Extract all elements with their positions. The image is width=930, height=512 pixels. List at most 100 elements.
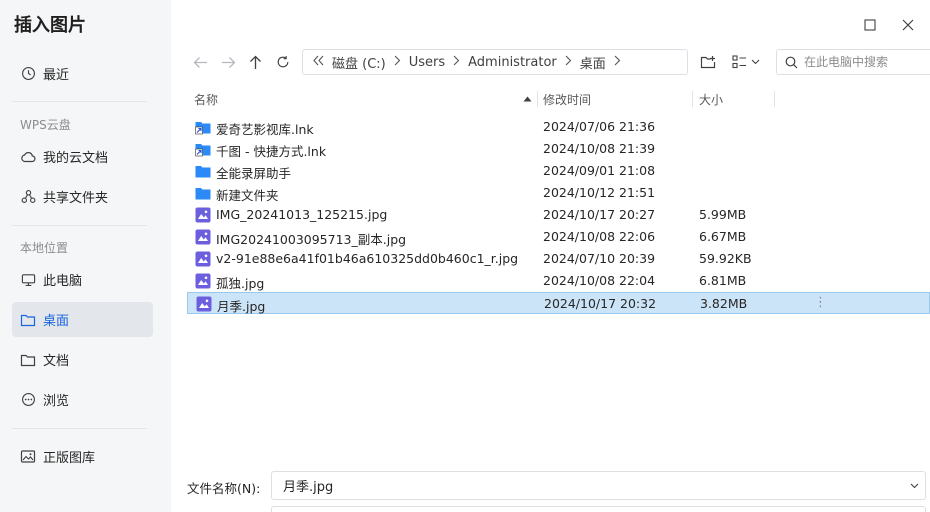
file-size: 5.99MB [699, 207, 747, 222]
view-mode-button[interactable] [730, 50, 762, 74]
column-divider[interactable] [692, 91, 693, 107]
table-row[interactable]: IMG20241003095713_副本.jpg 2024/10/08 22:06… [187, 226, 930, 248]
sidebar-divider [12, 101, 147, 102]
breadcrumb-drive[interactable]: 磁盘 (C:) [328, 53, 390, 72]
new-folder-button[interactable] [697, 50, 719, 74]
up-button[interactable] [243, 50, 267, 74]
close-icon [902, 19, 914, 31]
cloud-section-header: WPS云盘 [20, 118, 71, 132]
file-name: 千图 - 快捷方式.lnk [216, 144, 327, 159]
table-row[interactable]: 全能录屏助手 2024/09/01 21:08 [187, 160, 930, 182]
maximize-icon [864, 19, 876, 31]
file-name: IMG_20241013_125215.jpg [216, 207, 388, 222]
table-row[interactable]: IMG_20241013_125215.jpg 2024/10/17 20:27 5… [187, 204, 930, 226]
shortcut-folder-icon [195, 119, 211, 135]
folder-outline-icon [20, 312, 36, 328]
gallery-icon [20, 449, 36, 465]
forward-button[interactable] [216, 50, 240, 74]
file-modified-date: 2024/10/17 20:32 [544, 296, 657, 311]
folder-outline-icon [20, 352, 36, 368]
sidebar-divider [12, 225, 147, 226]
sidebar-item-label: 浏览 [43, 394, 70, 409]
double-chevron-left-icon[interactable] [311, 55, 328, 69]
search-input[interactable] [804, 55, 924, 69]
sidebar-item-label: 文档 [43, 354, 70, 369]
sidebar-item-shared-folder[interactable]: 共享文件夹 [12, 179, 153, 214]
file-modified-date: 2024/07/06 21:36 [543, 119, 656, 134]
column-divider[interactable] [537, 91, 538, 107]
breadcrumb: 磁盘 (C:) Users Administrator 桌面 [302, 49, 688, 75]
sidebar-item-recent[interactable]: 最近 [12, 56, 153, 91]
file-size: 3.82MB [700, 296, 748, 311]
sidebar-item-desktop[interactable]: 桌面 [12, 302, 153, 337]
arrow-right-icon [221, 56, 235, 68]
sidebar: 插入图片 最近 WPS云盘 我的云文档 共享文件夹 本地位置 此电脑 桌面 文档… [0, 0, 171, 512]
sidebar-item-documents[interactable]: 文档 [12, 342, 153, 377]
share-icon [20, 189, 36, 205]
image-file-icon [196, 296, 212, 312]
clock-icon [20, 66, 36, 82]
folder-icon [195, 163, 211, 179]
arrow-up-icon [249, 55, 261, 69]
insert-image-dialog: 插入图片 最近 WPS云盘 我的云文档 共享文件夹 本地位置 此电脑 桌面 文档… [0, 0, 930, 512]
sidebar-item-label: 我的云文档 [43, 151, 109, 166]
folder-icon [195, 185, 211, 201]
sidebar-item-label: 最近 [43, 68, 70, 83]
chevron-right-icon[interactable] [610, 55, 625, 69]
filename-label: 文件名称(N): [187, 481, 261, 496]
column-divider[interactable] [774, 91, 775, 107]
chevron-down-icon [751, 59, 760, 65]
maximize-button[interactable] [859, 14, 881, 36]
file-size: 6.81MB [699, 273, 747, 288]
breadcrumb-administrator[interactable]: Administrator [464, 55, 561, 70]
back-button[interactable] [188, 50, 212, 74]
column-header-date[interactable]: 修改时间 [543, 90, 591, 108]
breadcrumb-desktop[interactable]: 桌面 [576, 53, 610, 72]
filename-input[interactable]: 月季.jpg [283, 476, 903, 495]
column-header-size[interactable]: 大小 [699, 90, 723, 108]
file-modified-date: 2024/10/08 22:06 [543, 229, 656, 244]
file-modified-date: 2024/10/08 22:04 [543, 273, 656, 288]
file-modified-date: 2024/07/10 20:39 [543, 251, 656, 266]
chevron-right-icon [390, 55, 405, 69]
table-row-selected[interactable]: 月季.jpg 2024/10/17 20:32 3.82MB ⋮ [187, 292, 930, 314]
local-section-header: 本地位置 [20, 241, 69, 255]
dialog-title: 插入图片 [14, 15, 86, 36]
refresh-icon [277, 56, 289, 68]
sidebar-item-label: 共享文件夹 [43, 191, 109, 206]
file-modified-date: 2024/10/12 21:51 [543, 185, 656, 200]
file-name: 孤独.jpg [216, 276, 265, 291]
file-name: 月季.jpg [217, 299, 266, 314]
column-header-name[interactable]: 名称 [194, 90, 534, 108]
sidebar-item-my-cloud-docs[interactable]: 我的云文档 [12, 139, 153, 174]
image-file-icon [195, 229, 211, 245]
more-circle-icon [20, 392, 36, 408]
file-type-select[interactable] [271, 506, 926, 512]
sidebar-item-label: 桌面 [43, 314, 70, 329]
table-row[interactable]: 爱奇艺影视库.lnk 2024/07/06 21:36 [187, 116, 930, 138]
search-box[interactable] [776, 49, 930, 75]
breadcrumb-users[interactable]: Users [405, 55, 449, 70]
file-size: 59.92KB [699, 251, 752, 266]
sidebar-item-this-pc[interactable]: 此电脑 [12, 262, 153, 297]
filename-combobox[interactable]: 月季.jpg [271, 471, 926, 500]
table-row[interactable]: v2-91e88e6a41f01b46a610325dd0b460c1_r.jp… [187, 248, 930, 270]
sort-ascending-icon [523, 96, 532, 102]
file-modified-date: 2024/09/01 21:08 [543, 163, 656, 178]
image-file-icon [195, 273, 211, 289]
refresh-button[interactable] [271, 50, 295, 74]
cloud-icon [20, 149, 36, 165]
table-row[interactable]: 孤独.jpg 2024/10/08 22:04 6.81MB [187, 270, 930, 292]
table-row[interactable]: 千图 - 快捷方式.lnk 2024/10/08 21:39 [187, 138, 930, 160]
file-size: 6.67MB [699, 229, 747, 244]
sidebar-item-browse[interactable]: 浏览 [12, 382, 153, 417]
close-button[interactable] [897, 14, 919, 36]
new-folder-icon [700, 56, 716, 69]
sidebar-item-label: 正版图库 [43, 451, 96, 466]
file-name: IMG20241003095713_副本.jpg [216, 232, 407, 247]
more-options-icon[interactable]: ⋮ [814, 295, 827, 310]
sidebar-item-stock-gallery[interactable]: 正版图库 [12, 439, 153, 474]
chevron-down-icon[interactable] [903, 483, 925, 489]
table-row[interactable]: 新建文件夹 2024/10/12 21:51 [187, 182, 930, 204]
sidebar-item-label: 此电脑 [43, 274, 83, 289]
